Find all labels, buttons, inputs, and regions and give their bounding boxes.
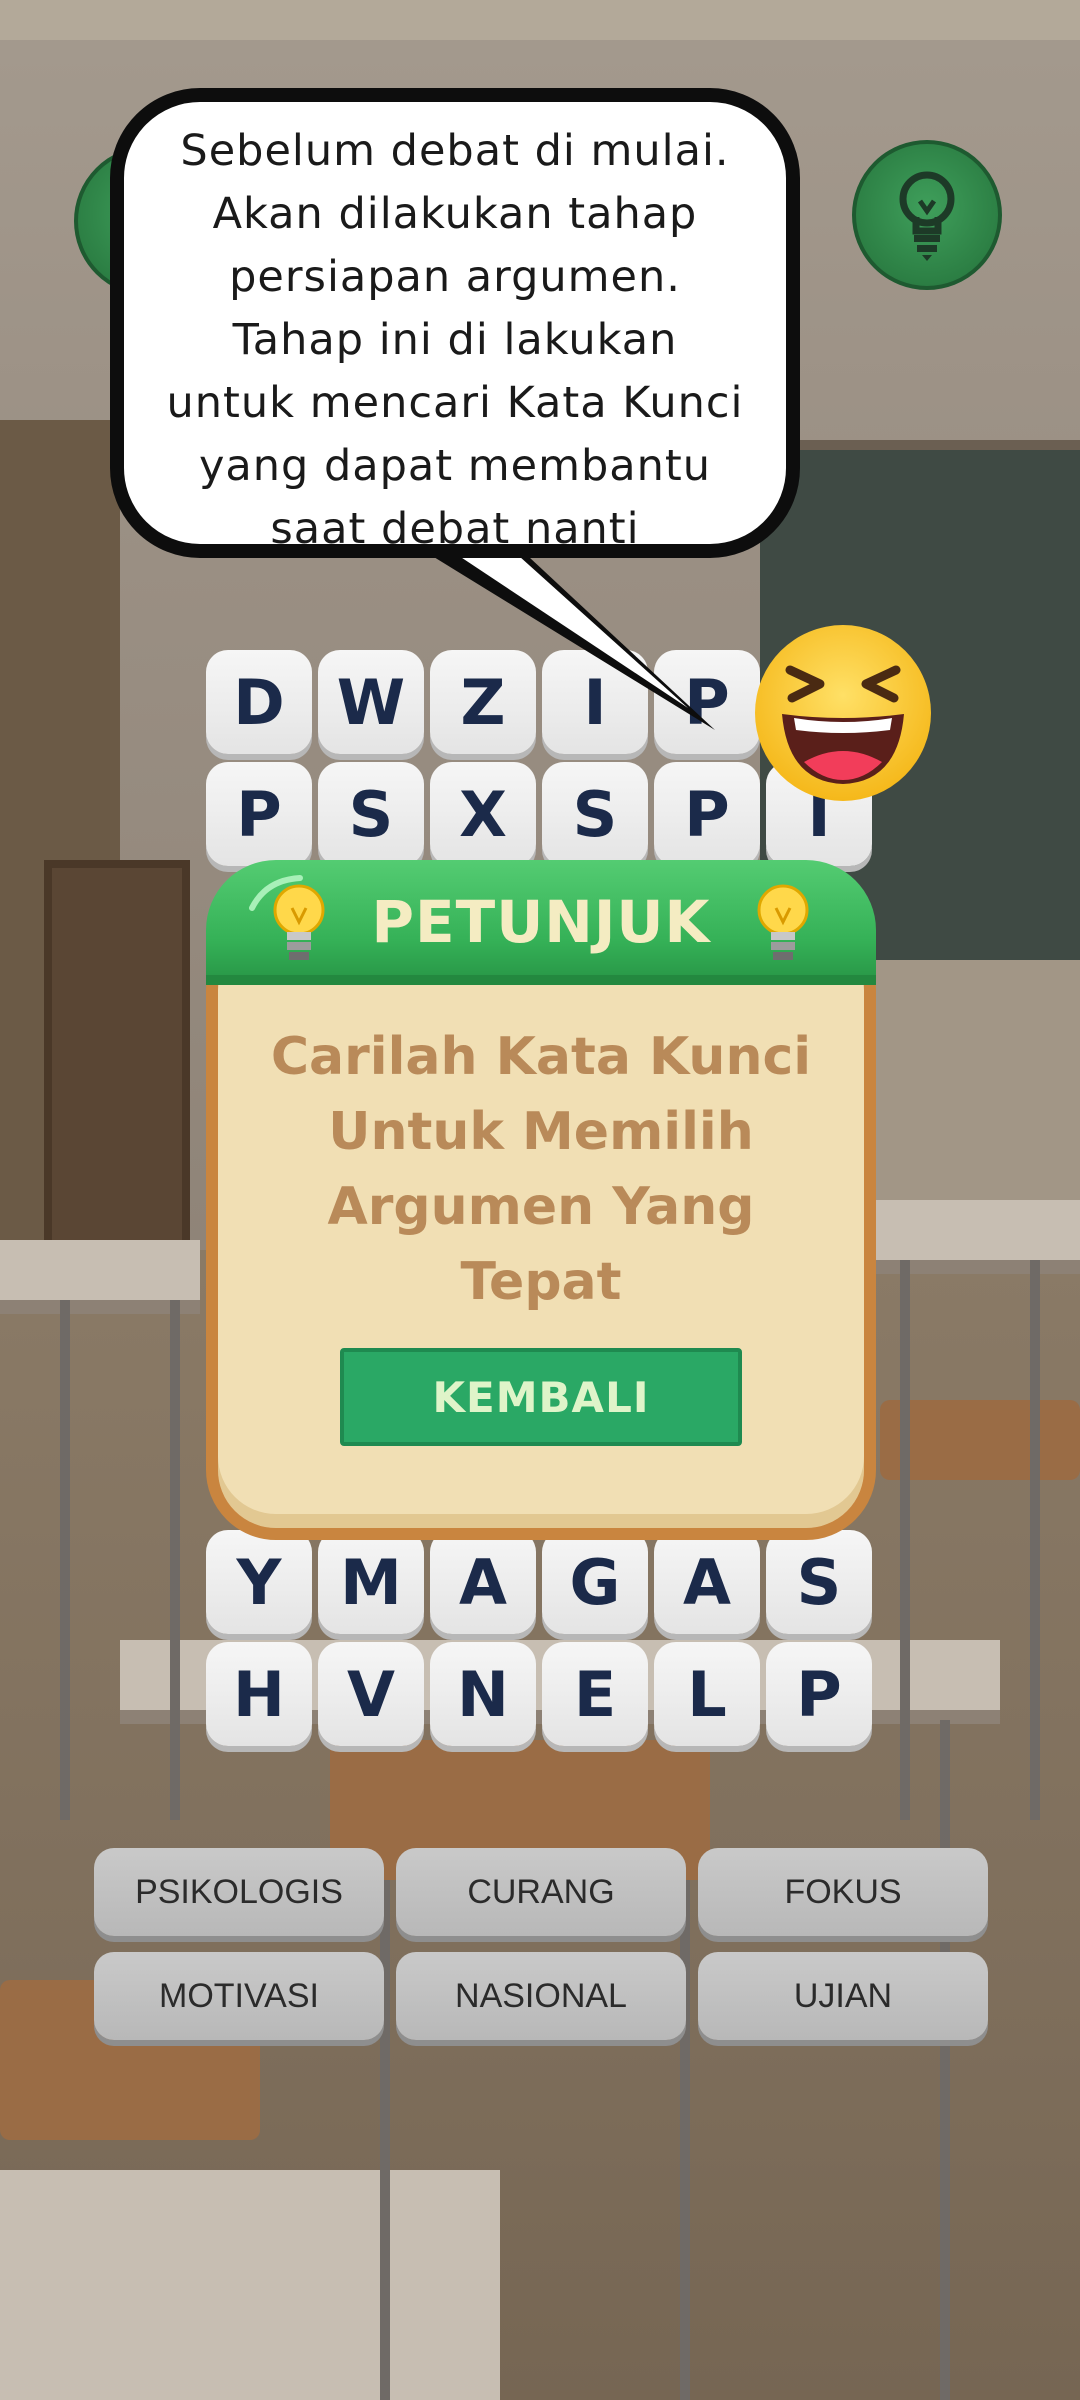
word-chip[interactable]: NASIONAL (396, 1952, 686, 2040)
tile-letter: M (340, 1545, 402, 1619)
speech-line: untuk mencari Kata Kunci (166, 378, 744, 428)
speech-bubble-text: Sebelum debat di mulai. Akan dilakukan t… (144, 120, 766, 561)
letter-tile[interactable]: D (206, 650, 312, 754)
letter-tile[interactable]: G (542, 1530, 648, 1634)
tile-letter: V (347, 1657, 395, 1731)
letter-tile[interactable]: M (318, 1530, 424, 1634)
tile-letter: P (236, 777, 282, 851)
laughing-emoji-icon (755, 625, 931, 801)
letter-tile[interactable]: P (766, 1642, 872, 1746)
letter-tile[interactable]: H (206, 1642, 312, 1746)
tile-letter: X (459, 777, 507, 851)
tile-letter: D (233, 665, 285, 739)
word-chip[interactable]: CURANG (396, 1848, 686, 1936)
hint-button[interactable] (852, 140, 1002, 290)
letter-tile[interactable]: S (542, 762, 648, 866)
letter-tile[interactable]: P (654, 762, 760, 866)
tile-letter: S (348, 777, 394, 851)
message-line: Carilah Kata Kunci (270, 1027, 812, 1087)
speech-line: Tahap ini di lakukan (232, 315, 678, 365)
word-label: PSIKOLOGIS (135, 1872, 343, 1911)
speech-line: yang dapat membantu (198, 441, 712, 491)
letter-tile[interactable]: S (766, 1530, 872, 1634)
speech-line: Sebelum debat di mulai. (180, 126, 730, 176)
hint-dialog: PETUNJUK Carilah Kata Kunci Untuk Memili… (206, 860, 876, 1540)
dialog-message: Carilah Kata Kunci Untuk Memilih Argumen… (236, 1020, 846, 1320)
word-chip[interactable]: MOTIVASI (94, 1952, 384, 2040)
letter-tile[interactable]: N (430, 1642, 536, 1746)
word-chip[interactable]: UJIAN (698, 1952, 988, 2040)
tile-letter: S (572, 777, 618, 851)
letter-tile[interactable]: Y (206, 1530, 312, 1634)
speech-line: Akan dilakukan tahap (212, 189, 698, 239)
letter-tile[interactable]: S (318, 762, 424, 866)
letter-tile[interactable]: V (318, 1642, 424, 1746)
back-button-label: KEMBALI (432, 1372, 650, 1422)
letter-tile[interactable]: P (206, 762, 312, 866)
tile-letter: P (796, 1657, 842, 1731)
speech-bubble-tail (390, 530, 715, 730)
message-line: Untuk Memilih (328, 1102, 754, 1162)
speech-line: persiapan argumen. (229, 252, 681, 302)
tile-letter: G (569, 1545, 621, 1619)
lightbulb-icon (892, 165, 962, 265)
tile-letter: A (683, 1545, 731, 1619)
tile-letter: Y (236, 1545, 282, 1619)
speech-line: saat debat nanti (270, 504, 640, 554)
speech-bubble: Sebelum debat di mulai. Akan dilakukan t… (110, 88, 800, 558)
word-label: FOKUS (784, 1872, 902, 1911)
message-line: Argumen Yang (327, 1177, 755, 1237)
word-label: CURANG (467, 1872, 615, 1911)
word-chip[interactable]: PSIKOLOGIS (94, 1848, 384, 1936)
message-line: Tepat (460, 1252, 622, 1312)
word-label: MOTIVASI (159, 1976, 319, 2015)
tile-letter: H (233, 1657, 285, 1731)
letter-tile[interactable]: E (542, 1642, 648, 1746)
tile-letter: L (687, 1657, 727, 1731)
tile-letter: S (796, 1545, 842, 1619)
word-label: NASIONAL (455, 1976, 627, 2015)
letter-tile[interactable]: A (654, 1530, 760, 1634)
tile-letter: E (573, 1657, 617, 1731)
word-chip[interactable]: FOKUS (698, 1848, 988, 1936)
tile-letter: P (684, 777, 730, 851)
lightbulb-icon (752, 882, 814, 970)
back-button[interactable]: KEMBALI (340, 1348, 742, 1446)
letter-tile[interactable]: A (430, 1530, 536, 1634)
dialog-header: PETUNJUK (206, 860, 876, 985)
tile-letter: A (459, 1545, 507, 1619)
letter-tile[interactable]: X (430, 762, 536, 866)
word-label: UJIAN (793, 1976, 893, 2015)
tile-letter: N (457, 1657, 509, 1731)
letter-tile[interactable]: L (654, 1642, 760, 1746)
